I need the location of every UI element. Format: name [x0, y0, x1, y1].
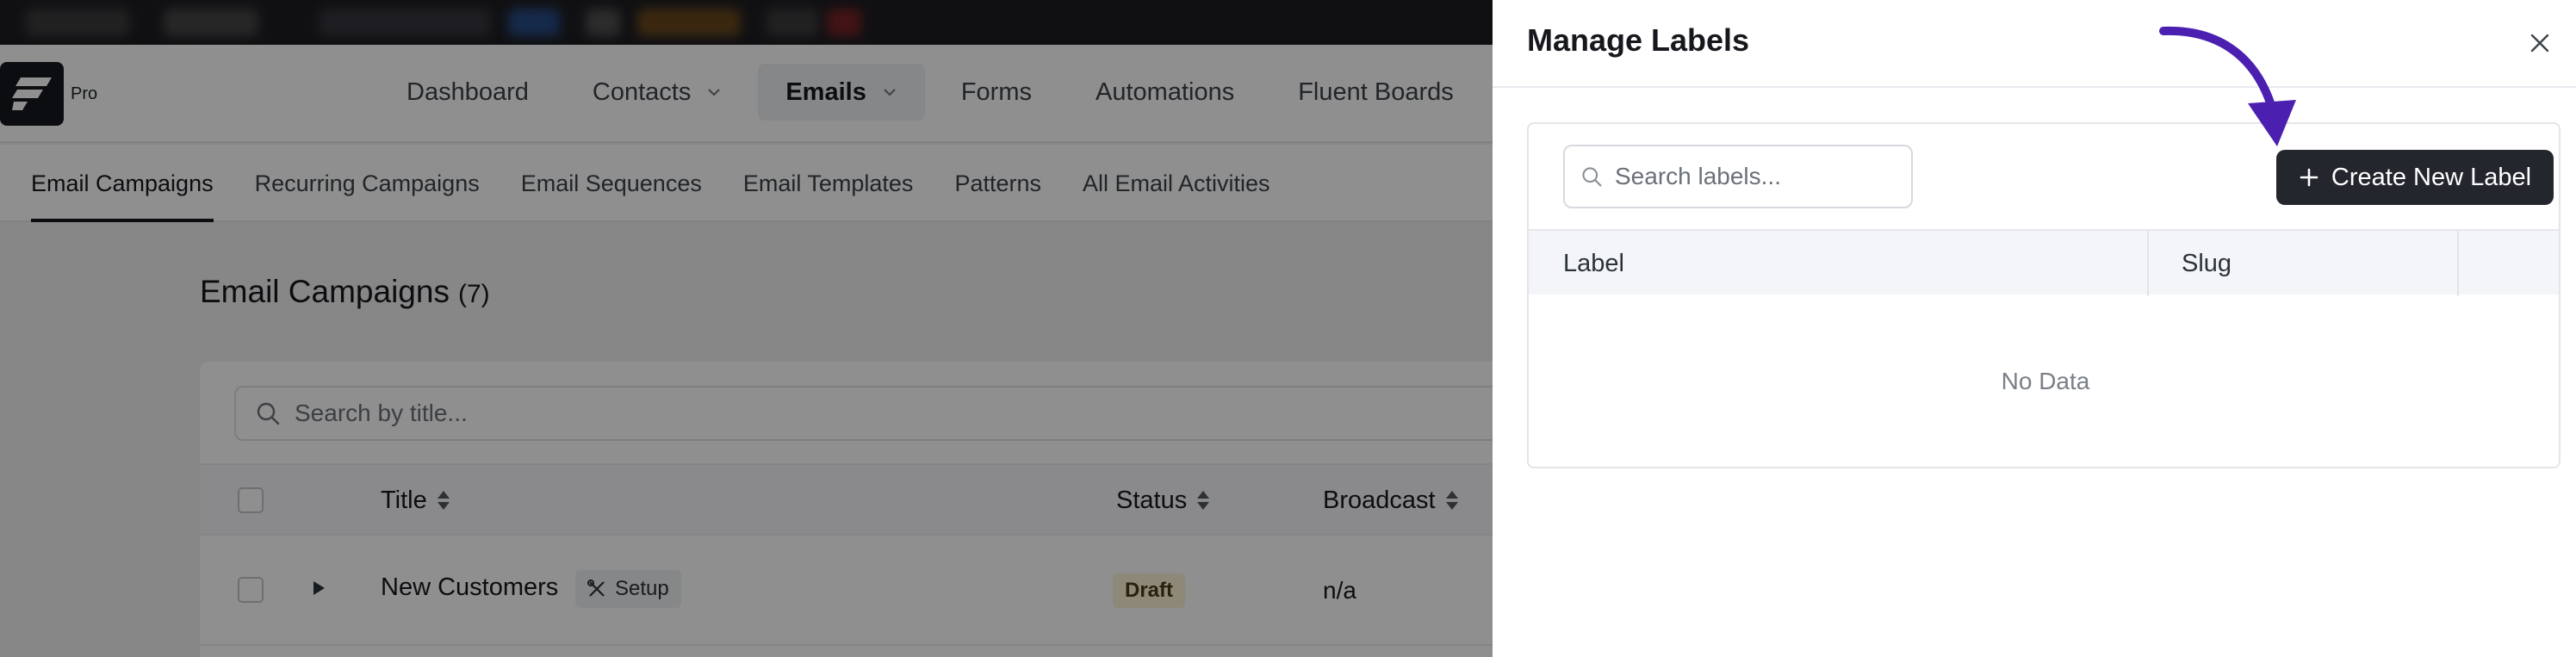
- empty-state: No Data: [2001, 368, 2090, 394]
- column-divider: [2457, 231, 2459, 296]
- modal-backdrop[interactable]: [0, 0, 1493, 657]
- drawer-title: Manage Labels: [1527, 22, 1750, 58]
- search-icon: [1582, 167, 1602, 187]
- column-slug: Slug: [2182, 249, 2232, 277]
- close-icon: [2530, 34, 2549, 53]
- labels-table-card: Create New Label Label Slug No Data: [1527, 122, 2560, 468]
- create-new-label-button[interactable]: Create New Label: [2276, 150, 2554, 205]
- labels-search-input[interactable]: [1615, 163, 1911, 190]
- manage-labels-drawer: Manage Labels Create New Label Label Slu…: [1493, 0, 2576, 657]
- close-button[interactable]: [2523, 26, 2557, 60]
- annotation-arrow-icon: [2159, 26, 2296, 146]
- plus-icon: [2300, 168, 2318, 187]
- create-new-label-text: Create New Label: [2331, 163, 2532, 191]
- column-label: Label: [1563, 249, 1624, 277]
- labels-table-header: Label Slug: [1529, 229, 2559, 296]
- labels-search-field: [1563, 145, 1913, 208]
- drawer-header: Manage Labels: [1493, 0, 2576, 88]
- column-divider: [2147, 231, 2149, 296]
